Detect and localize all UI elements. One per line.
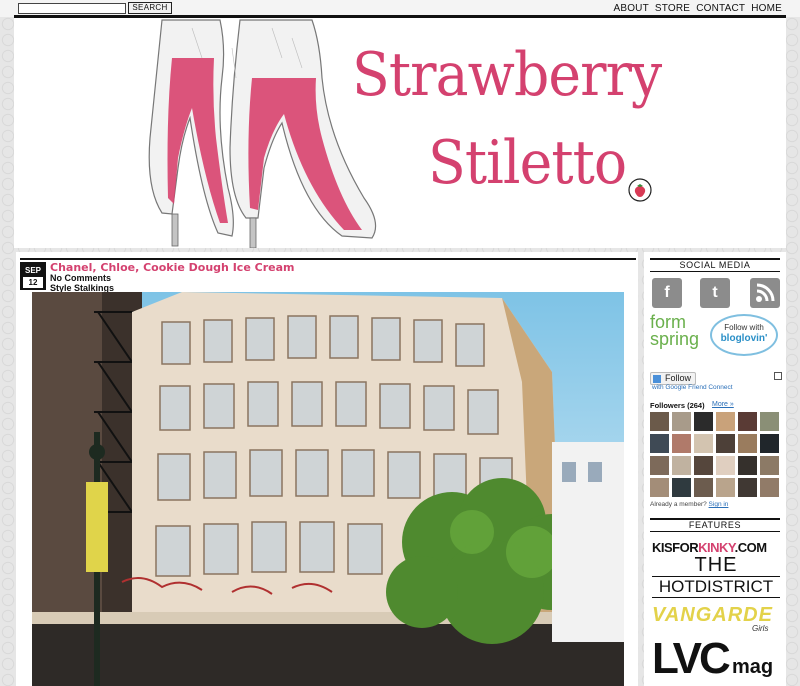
sidebar: SOCIAL MEDIA f t form spring Follow with… [644,252,786,686]
feature-kisforkinky-logo[interactable]: KISFORKINKY.COM [652,540,767,555]
features-heading: FEATURES [650,518,780,532]
member-signin-text: Already a member? Sign in [650,501,728,508]
follower-avatar[interactable] [760,478,779,497]
follower-avatar[interactable] [650,434,669,453]
nav-contact-link[interactable]: CONTACT [696,2,745,15]
feature-hotdistrict-logo[interactable]: HOTDISTRICT [652,576,780,598]
follower-avatar[interactable] [760,434,779,453]
follower-avatar[interactable] [738,478,757,497]
feature-vangarde-logo[interactable]: VANGARDE [652,604,773,626]
kis-part1: KISFOR [652,540,699,555]
followers-count: Followers (264) [650,401,705,410]
followers-more-link[interactable]: More » [712,401,734,408]
follower-avatar[interactable] [672,434,691,453]
followers-count-text: Followers (264) [650,401,705,410]
follower-avatar[interactable] [650,412,669,431]
post-date-day: 12 [23,277,43,288]
follower-avatar[interactable] [672,412,691,431]
follower-avatar[interactable] [760,456,779,475]
twitter-icon[interactable]: t [700,278,730,308]
follower-avatar[interactable] [650,478,669,497]
blog-header[interactable]: Strawberry Stiletto [14,18,786,248]
feature-lvc-mag: mag [732,656,774,678]
follower-avatar[interactable] [672,478,691,497]
nav-home-link[interactable]: HOME [751,2,782,15]
bloglovin-line1: Follow with [724,323,764,332]
follower-avatar[interactable] [716,478,735,497]
follower-avatar[interactable] [716,412,735,431]
bloglovin-follow-badge[interactable]: Follow with bloglovin' [710,314,778,356]
follower-avatar[interactable] [738,412,757,431]
top-nav: ABOUT STORE CONTACT HOME [613,2,782,15]
feature-vangarde-girls: Girls [752,624,769,633]
rss-icon[interactable] [750,278,780,308]
logo-title-line2: Stiletto [428,128,627,198]
follower-avatar[interactable] [760,412,779,431]
gfc-subtitle: with Google Friend Connect [652,384,733,391]
sign-in-link[interactable]: Sign in [709,501,729,508]
formspring-line2: spring [650,329,700,349]
facebook-icon[interactable]: f [652,278,682,308]
expand-icon[interactable] [774,372,782,380]
follower-avatar[interactable] [716,434,735,453]
follower-avatar[interactable] [716,456,735,475]
follower-avatar[interactable] [672,456,691,475]
post-photo-building[interactable] [32,292,624,686]
search-button[interactable]: SEARCH [128,2,172,14]
nav-about-link[interactable]: ABOUT [613,2,648,15]
feature-lvc-logo[interactable]: LVC [652,634,731,684]
feature-the-text: THE [694,554,738,576]
follower-avatar[interactable] [694,456,713,475]
post-date-badge: SEP 12 [20,262,46,290]
bloglovin-line2: bloglovin' [720,333,768,344]
follower-avatar[interactable] [738,434,757,453]
formspring-link[interactable]: form spring [650,313,708,349]
member-question: Already a member? [650,501,707,508]
logo-title-line1: Strawberry [352,40,662,110]
strawberry-icon [628,178,652,202]
gfc-follow-label: Follow [665,373,692,383]
main-content: SEP 12 Chanel, Chloe, Cookie Dough Ice C… [16,252,638,686]
social-media-heading: SOCIAL MEDIA [650,258,780,272]
follower-avatar[interactable] [694,478,713,497]
post-date-month: SEP [24,266,41,275]
search-input[interactable] [18,3,126,14]
follower-avatar[interactable] [650,456,669,475]
post-comments-link[interactable]: No Comments [50,273,111,283]
post-top-rule [20,258,636,260]
follower-avatar[interactable] [738,456,757,475]
follower-avatar[interactable] [694,434,713,453]
nav-store-link[interactable]: STORE [655,2,690,15]
google-friend-connect-icon [653,375,661,383]
kis-part2: KINKY [698,540,735,555]
follower-avatar[interactable] [694,412,713,431]
kis-part3: .COM [734,540,767,555]
